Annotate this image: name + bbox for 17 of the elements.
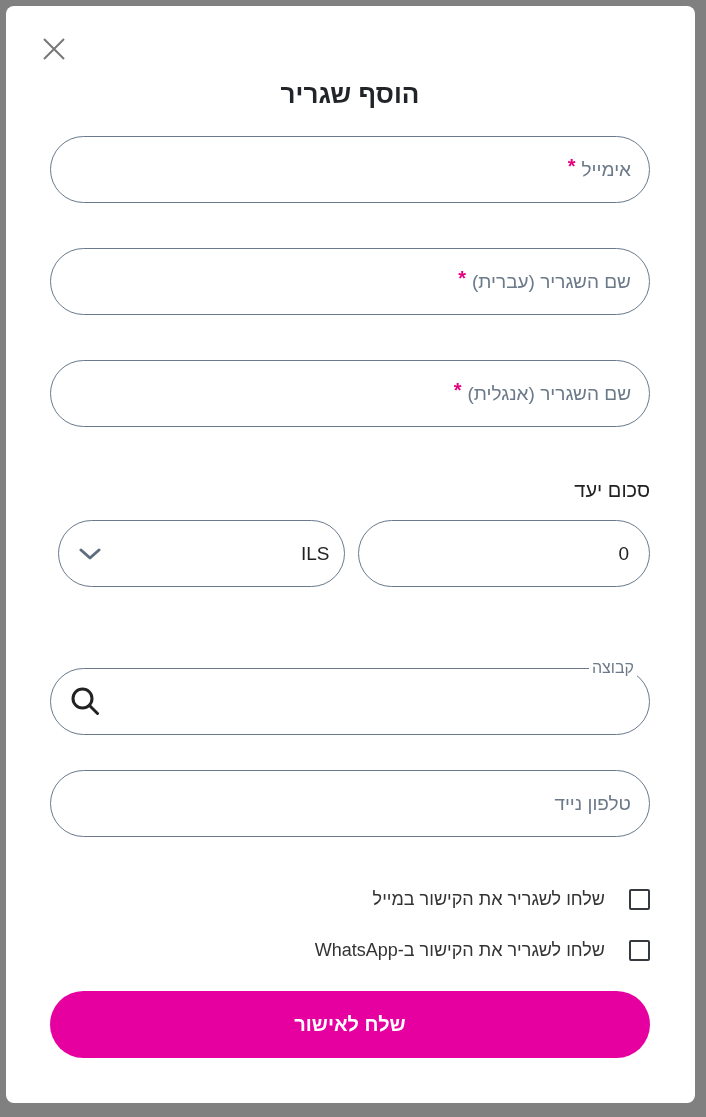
checkbox-label: שלחו לשגריר את הקישור במייל: [372, 888, 605, 910]
chevron-down-icon: [79, 547, 101, 560]
phone-field[interactable]: טלפון נייד: [50, 770, 650, 837]
submit-button[interactable]: שלח לאישור: [50, 991, 650, 1058]
close-icon: [43, 38, 65, 60]
amount-field[interactable]: 0: [357, 520, 650, 587]
dialog-title: הוסף שגריר: [279, 79, 421, 109]
input-field[interactable]: שם השגריר (עברית) *: [50, 248, 650, 315]
target-amount-label: סכום יעד: [573, 478, 650, 503]
checkbox-label: שלחו לשגריר את הקישור ב-WhatsApp: [314, 939, 605, 961]
input-field[interactable]: אימייל *: [50, 136, 650, 203]
search-icon: [71, 687, 99, 715]
currency-select[interactable]: ILS: [58, 520, 345, 587]
checkbox[interactable]: [629, 939, 650, 961]
checkbox[interactable]: [629, 888, 650, 910]
input-field[interactable]: שם השגריר (אנגלית) *: [50, 360, 650, 427]
close-button[interactable]: [43, 38, 65, 60]
